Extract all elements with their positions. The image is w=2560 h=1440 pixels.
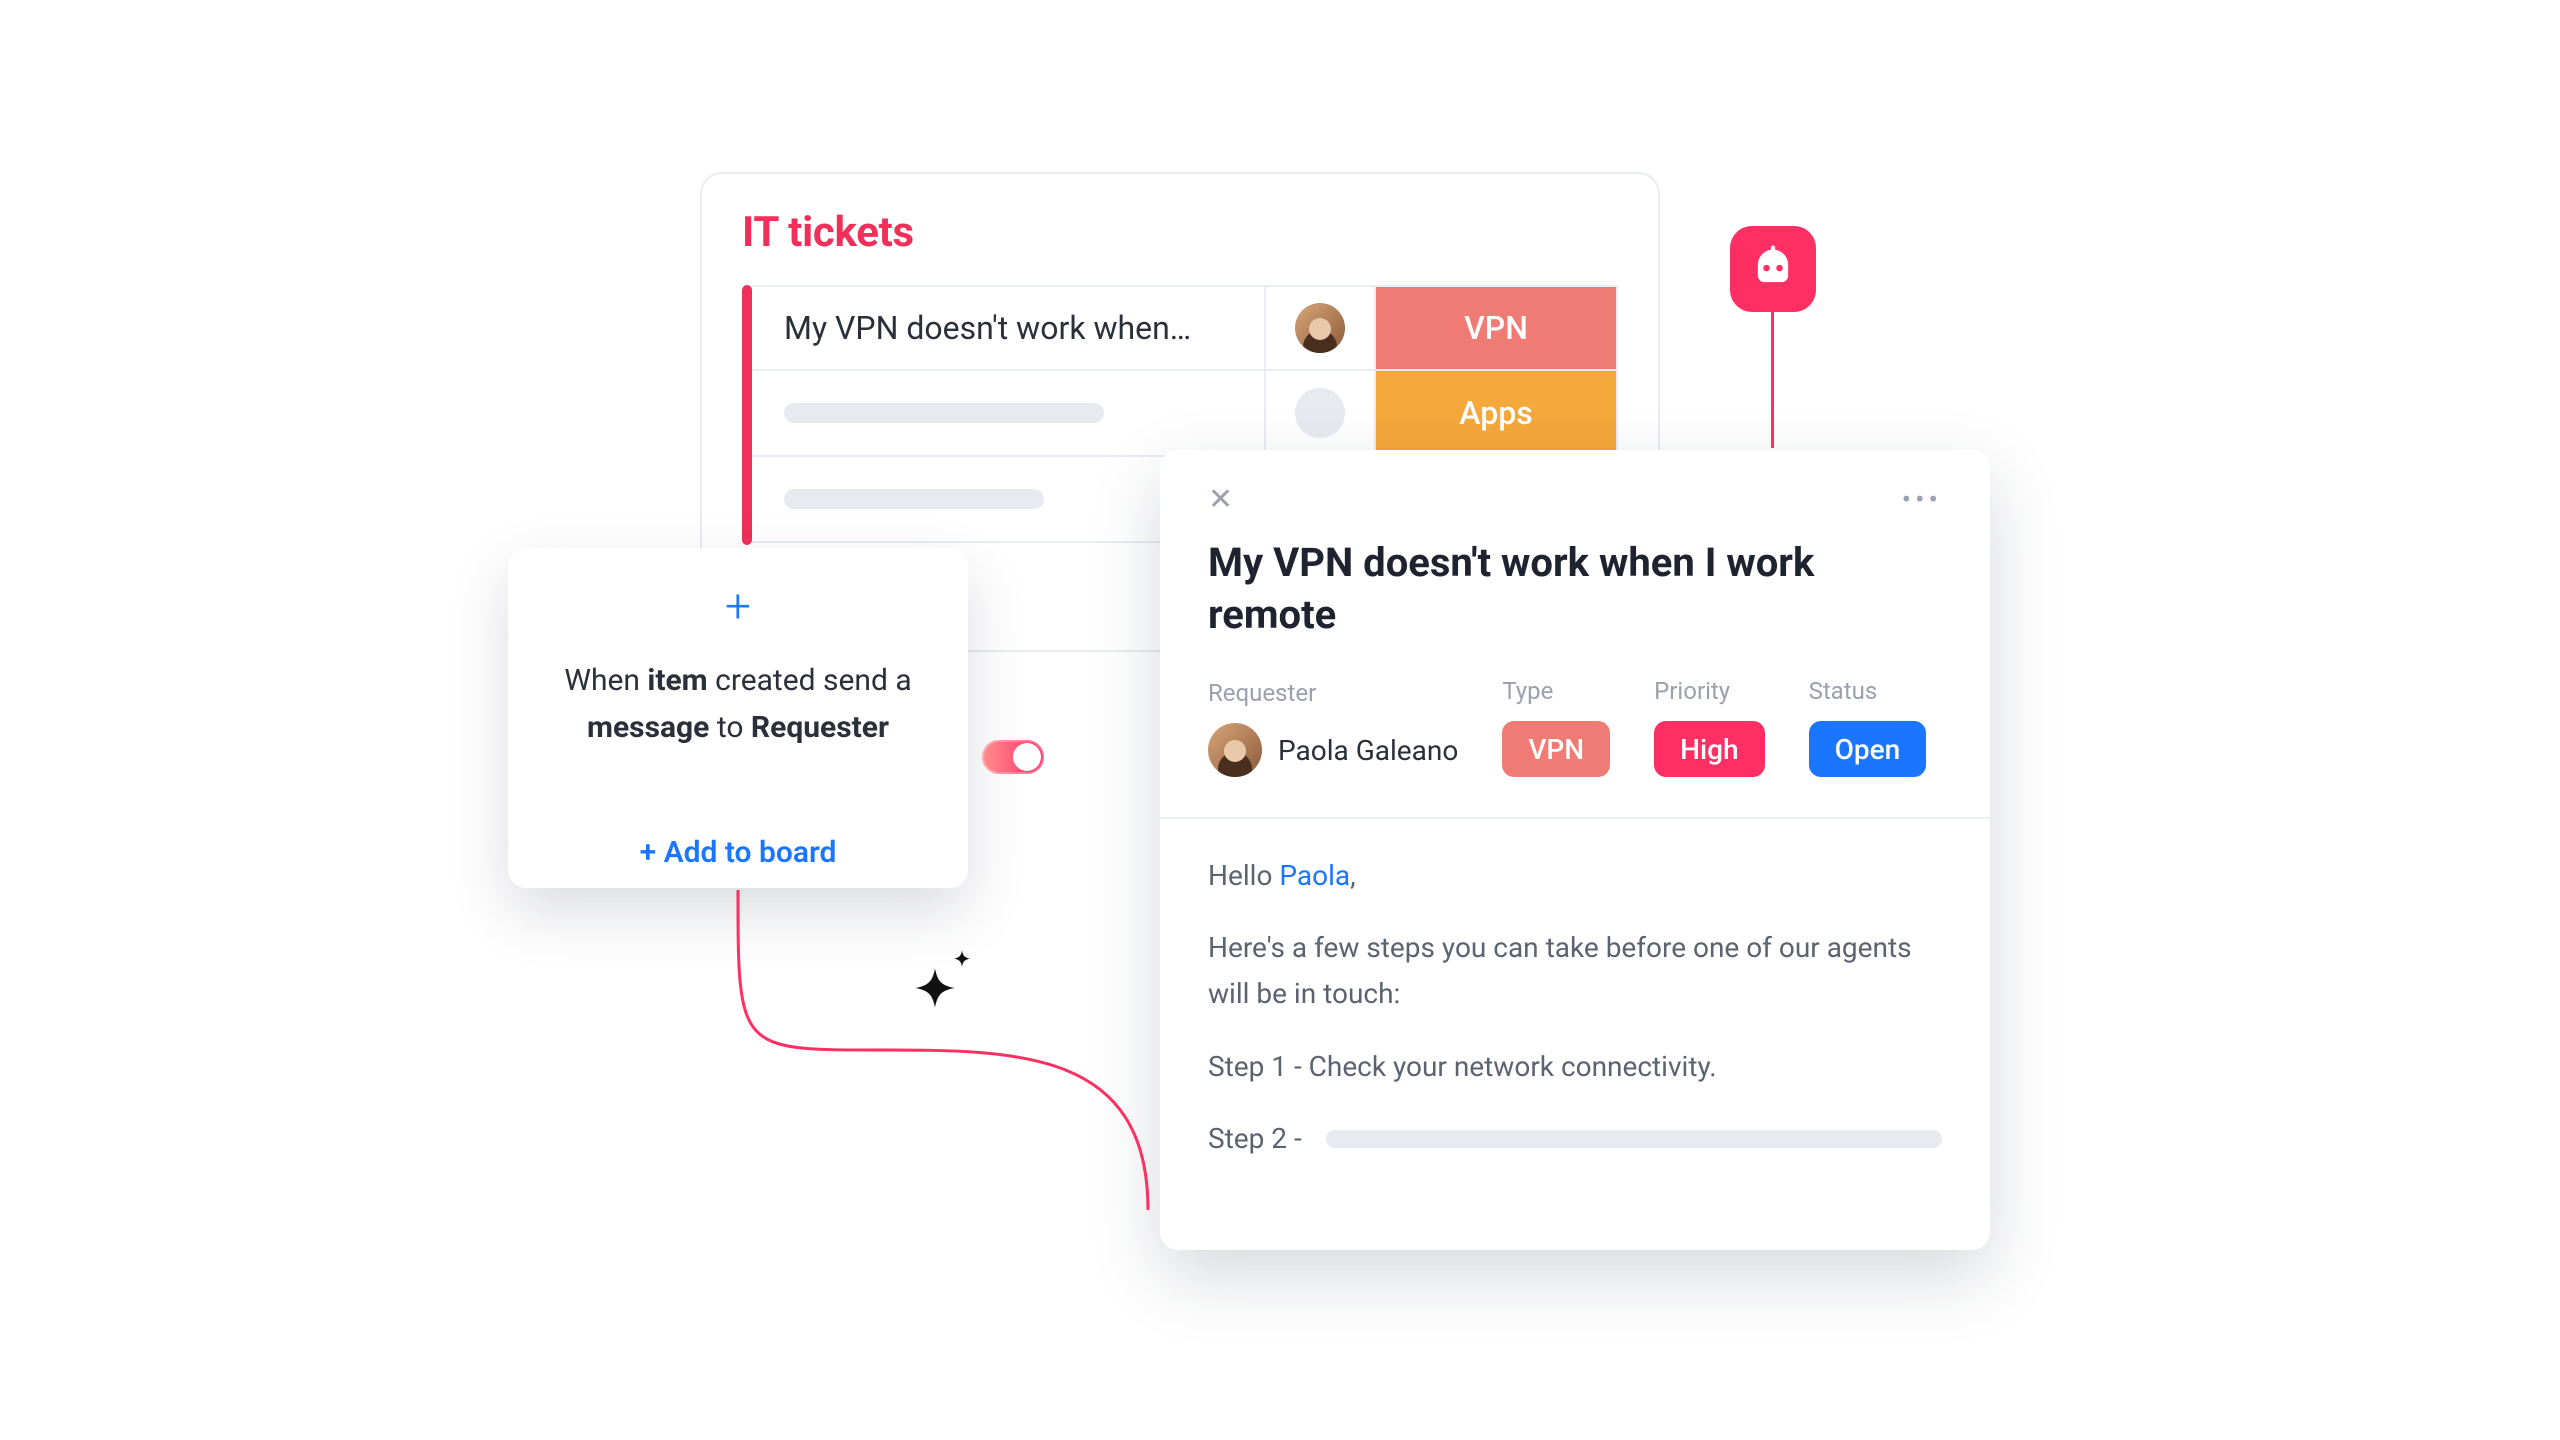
ticket-detail-panel: ✕ ••• My VPN doesn't work when I work re… bbox=[1160, 450, 1990, 1250]
divider bbox=[1160, 817, 1990, 819]
meta-label-status: Status bbox=[1809, 677, 1927, 705]
connector-line bbox=[1771, 312, 1774, 448]
board-accent-bar bbox=[742, 285, 752, 545]
meta-label-requester: Requester bbox=[1208, 679, 1458, 707]
meta-label-type: Type bbox=[1502, 677, 1610, 705]
robot-icon bbox=[1747, 241, 1799, 297]
ticket-title-placeholder bbox=[752, 371, 1266, 455]
step-2-label: Step 2 - bbox=[1208, 1116, 1302, 1162]
connector-curve bbox=[718, 880, 1158, 1220]
ticket-meta: Requester Paola Galeano Type VPN Priorit… bbox=[1208, 677, 1942, 777]
meta-type: Type VPN bbox=[1502, 677, 1610, 777]
requester-avatar-cell bbox=[1266, 371, 1376, 455]
bot-badge[interactable] bbox=[1730, 226, 1816, 312]
requester-value[interactable]: Paola Galeano bbox=[1208, 723, 1458, 777]
automation-toggle[interactable] bbox=[982, 740, 1044, 774]
skeleton-line bbox=[1326, 1130, 1942, 1148]
table-row[interactable]: Apps bbox=[752, 371, 1618, 457]
skeleton-line bbox=[784, 489, 1044, 509]
recipe-text-part: to bbox=[709, 710, 751, 745]
ticket-title: My VPN doesn't work when… bbox=[752, 287, 1266, 369]
recipe-text-part: When bbox=[564, 663, 647, 698]
greeting-pre: Hello bbox=[1208, 859, 1279, 892]
recipe-text: When item created send a message to Requ… bbox=[542, 658, 934, 751]
requester-name: Paola Galeano bbox=[1278, 734, 1458, 767]
add-to-board-button[interactable]: + Add to board bbox=[640, 813, 837, 870]
avatar bbox=[1295, 303, 1345, 353]
recipe-bold-item: item bbox=[647, 663, 707, 698]
status-pill[interactable]: Open bbox=[1809, 721, 1927, 777]
recipe-bold-requester: Requester bbox=[751, 710, 889, 745]
intro-text: Here's a few steps you can take before o… bbox=[1208, 925, 1942, 1017]
close-icon[interactable]: ✕ bbox=[1208, 482, 1233, 517]
tag-vpn[interactable]: VPN bbox=[1376, 287, 1616, 369]
avatar-placeholder bbox=[1295, 388, 1345, 438]
priority-pill[interactable]: High bbox=[1654, 721, 1764, 777]
recipe-bold-message: message bbox=[587, 710, 709, 745]
greeting-name: Paola bbox=[1279, 859, 1350, 892]
meta-requester: Requester Paola Galeano bbox=[1208, 679, 1458, 777]
step-1: Step 1 - Check your network connectivity… bbox=[1208, 1044, 1942, 1090]
recipe-text-part: created send a bbox=[708, 663, 912, 698]
meta-status: Status Open bbox=[1809, 677, 1927, 777]
type-pill[interactable]: VPN bbox=[1502, 721, 1610, 777]
message-body: Hello Paola, Here's a few steps you can … bbox=[1208, 853, 1942, 1162]
automation-recipe-card[interactable]: + When item created send a message to Re… bbox=[508, 548, 968, 888]
plus-icon: + bbox=[725, 584, 751, 630]
meta-priority: Priority High bbox=[1654, 677, 1764, 777]
table-row[interactable]: My VPN doesn't work when… VPN bbox=[752, 285, 1618, 371]
avatar bbox=[1208, 723, 1262, 777]
greeting-post: , bbox=[1350, 859, 1356, 892]
sparkle-icon bbox=[896, 962, 974, 1040]
skeleton-line bbox=[784, 403, 1104, 423]
ticket-title: My VPN doesn't work when I work remote bbox=[1208, 537, 1942, 641]
tag-apps[interactable]: Apps bbox=[1376, 371, 1616, 455]
board-title: IT tickets bbox=[742, 208, 1618, 257]
more-menu-icon[interactable]: ••• bbox=[1902, 483, 1942, 516]
meta-label-priority: Priority bbox=[1654, 677, 1764, 705]
requester-avatar-cell bbox=[1266, 287, 1376, 369]
